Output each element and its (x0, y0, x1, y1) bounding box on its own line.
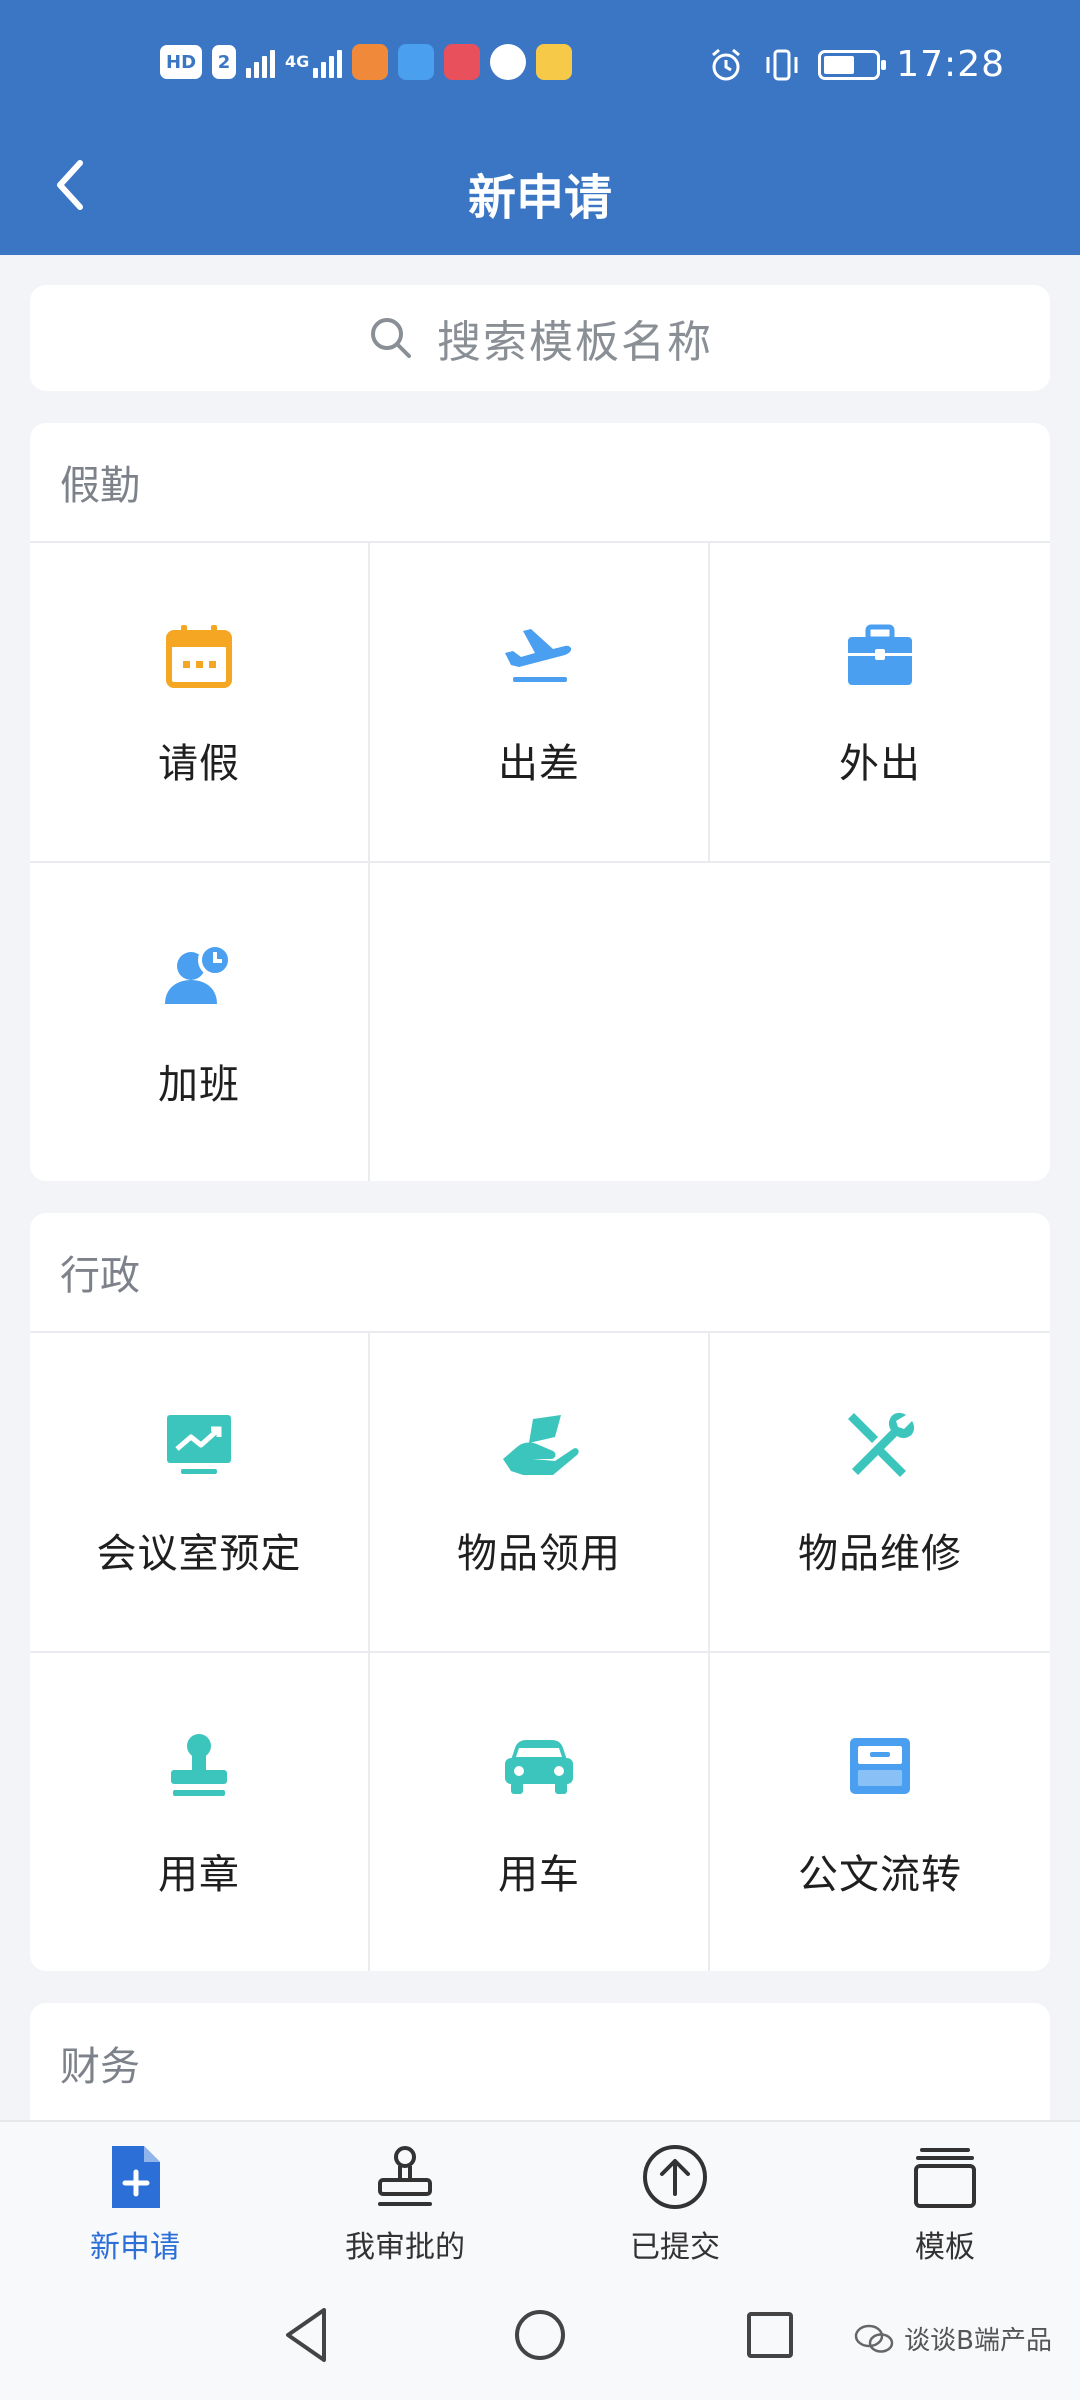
chat-app-icon (490, 44, 527, 80)
grid-item-outing[interactable]: 外出 (710, 543, 1050, 863)
grid-item-business-trip[interactable]: 出差 (370, 543, 710, 863)
book-app-icon (444, 44, 481, 80)
grid-item-overtime[interactable]: 加班 (30, 863, 370, 1181)
hand-receive-icon (503, 1415, 579, 1475)
tools-icon (848, 1412, 915, 1477)
presentation-board-icon (167, 1415, 231, 1474)
signal-icon-2 (313, 46, 343, 78)
stamp-icon (171, 1734, 227, 1796)
hd-badge: HD (160, 45, 203, 79)
nav-recents-icon[interactable] (735, 2300, 805, 2370)
system-navigation-bar: 谈谈B端产品 (0, 2280, 1080, 2400)
grid-item-label: 请假 (158, 741, 240, 787)
tab-submitted[interactable]: 已提交 (540, 2122, 810, 2280)
network-label: 4G (285, 52, 310, 71)
app-header: HD 2 4G 17:28 新申请 (0, 0, 1080, 255)
car-icon (505, 1740, 573, 1794)
section-grid: 会议室预定 物品领用 物品维修 用章 用车 公文流转 (30, 1333, 1050, 1971)
sim-badge: 2 (212, 45, 237, 79)
cloud-app-icon (398, 44, 435, 80)
network-indicator: 4G (285, 46, 343, 78)
grid-item-label: 公文流转 (798, 1852, 962, 1898)
grid-item-label: 会议室预定 (96, 1531, 302, 1577)
airplane-icon (505, 629, 572, 682)
calendar-icon (166, 625, 232, 688)
status-time: 17:28 (896, 44, 1005, 85)
nav-home-icon[interactable] (505, 2300, 575, 2370)
section-grid: 请假 出差 外出 加班 (30, 543, 1050, 1181)
grid-item-label: 出差 (498, 741, 580, 787)
section-title: 行政 (30, 1213, 1050, 1333)
signal-icon (246, 46, 276, 78)
tab-label: 新申请 (90, 2230, 180, 2265)
tab-new-request[interactable]: 新申请 (0, 2122, 270, 2280)
watermark: 谈谈B端产品 (854, 2320, 1052, 2357)
grid-empty-cell (710, 863, 1050, 1181)
section-administration: 行政 会议室预定 物品领用 物品维修 用章 用车 公文流转 (30, 1213, 1050, 1971)
grid-empty-cell (370, 863, 710, 1181)
grid-item-label: 外出 (839, 741, 921, 787)
watermark-text: 谈谈B端产品 (904, 2326, 1052, 2356)
status-right-icons: 17:28 (706, 44, 1005, 85)
search-placeholder: 搜索模板名称 (437, 317, 713, 368)
page-title: 新申请 (467, 170, 612, 226)
grid-item-label: 用车 (498, 1852, 580, 1898)
grid-item-leave[interactable]: 请假 (30, 543, 370, 863)
section-title: 假勤 (30, 423, 1050, 543)
grid-item-document-flow[interactable]: 公文流转 (710, 1653, 1050, 1971)
grid-item-vehicle[interactable]: 用车 (370, 1653, 710, 1971)
photo-app-icon (536, 44, 573, 80)
new-document-icon (112, 2146, 160, 2208)
grid-item-item-requisition[interactable]: 物品领用 (370, 1333, 710, 1653)
tab-label: 我审批的 (345, 2230, 465, 2265)
section-title: 财务 (60, 2044, 140, 2090)
grid-item-label: 物品维修 (798, 1531, 962, 1577)
nav-back-icon[interactable] (272, 2300, 342, 2370)
bottom-tab-bar: 新申请 我审批的 已提交 模板 (0, 2120, 1080, 2280)
status-bar: HD 2 4G 17:28 (0, 40, 1080, 96)
stamp-outline-icon (378, 2146, 432, 2206)
briefcase-icon (848, 624, 912, 685)
grid-item-meeting-room[interactable]: 会议室预定 (30, 1333, 370, 1653)
stack-icon (914, 2148, 976, 2208)
grid-item-item-repair[interactable]: 物品维修 (710, 1333, 1050, 1653)
grid-item-seal-usage[interactable]: 用章 (30, 1653, 370, 1971)
tab-my-approvals[interactable]: 我审批的 (270, 2122, 540, 2280)
search-icon (371, 318, 411, 358)
tab-label: 已提交 (630, 2230, 720, 2265)
tab-templates[interactable]: 模板 (810, 2122, 1080, 2280)
video-app-icon (352, 44, 389, 80)
nav-bar: 新申请 (0, 140, 1080, 250)
grid-item-label: 物品领用 (457, 1531, 621, 1577)
alarm-icon (712, 48, 741, 80)
grid-item-label: 加班 (158, 1062, 240, 1108)
search-input[interactable]: 搜索模板名称 (30, 285, 1050, 391)
wechat-icon (854, 2324, 894, 2353)
vibrate-icon (766, 49, 798, 80)
grid-item-label: 用章 (158, 1852, 240, 1898)
tab-label: 模板 (915, 2230, 975, 2265)
battery-icon (818, 49, 887, 80)
person-clock-icon (165, 943, 232, 1004)
upload-circle-icon (643, 2145, 707, 2209)
file-tray-icon (850, 1738, 910, 1794)
section-attendance: 假勤 请假 出差 外出 加班 (30, 423, 1050, 1181)
status-left-icons: HD 2 4G (160, 44, 573, 80)
